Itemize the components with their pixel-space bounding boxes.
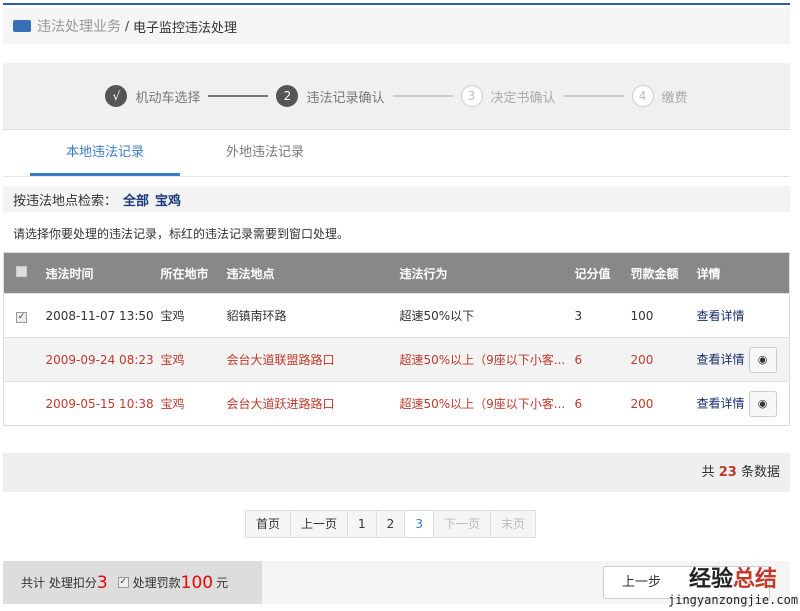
col-city: 所在地市 — [160, 252, 227, 294]
cell-place: 会台大道联盟路路口 — [226, 337, 400, 382]
cell-city: 宝鸡 — [160, 293, 227, 338]
filter-baoji[interactable]: 宝鸡 — [155, 190, 181, 209]
step-connector — [563, 95, 624, 97]
cell-points: 6 — [574, 337, 631, 382]
top-accent-line — [3, 3, 790, 5]
table-row[interactable]: 2009-05-15 10:38 宝鸡 会台大道跃进路路口 超速50%以上（9座… — [3, 381, 790, 426]
step-number: 4 — [631, 85, 654, 107]
prev-page-button[interactable]: 上一页 — [291, 511, 349, 537]
table-row[interactable]: 2009-09-24 08:23 宝鸡 会台大道联盟路路口 超速50%以上（9座… — [3, 337, 790, 382]
cell-act: 超速50%以上（9座以下小客... — [399, 381, 575, 426]
breadcrumb: 违法处理业务 / 电子监控违法处理 — [3, 8, 790, 44]
record-count: 共 23 条数据 — [3, 453, 790, 492]
step-label: 缴费 — [661, 90, 688, 106]
totals: 共计 处理扣分 3 ✓ 处理罚款 100 元 — [3, 561, 262, 604]
cell-act: 超速50%以下 — [399, 293, 575, 338]
breadcrumb-section[interactable]: 违法处理业务 — [37, 16, 121, 36]
map-marker-icon[interactable]: ◉ — [748, 346, 777, 373]
first-page-button[interactable]: 首页 — [246, 511, 292, 537]
cell-points: 3 — [574, 293, 631, 338]
step-number: 3 — [460, 85, 483, 107]
col-detail: 详情 — [696, 252, 790, 294]
count-value: 23 — [718, 465, 737, 480]
cell-points: 6 — [574, 381, 631, 426]
last-page-button[interactable]: 末页 — [491, 511, 535, 537]
step-1: √ 机动车选择 — [105, 85, 200, 107]
fine-checkbox[interactable]: ✓ — [117, 577, 129, 588]
violations-table: 违法时间 所在地市 违法地点 违法行为 记分值 罚款金额 详情 ✓ 2008-1… — [3, 252, 790, 426]
cell-time: 2009-09-24 08:23 — [45, 337, 161, 382]
col-fine: 罚款金额 — [630, 252, 697, 294]
select-all-checkbox[interactable] — [16, 266, 27, 277]
col-time: 违法时间 — [45, 252, 161, 294]
cell-fine: 100 — [630, 293, 697, 338]
col-act: 违法行为 — [399, 252, 575, 294]
instruction-text: 请选择你要处理的违法记录，标红的违法记录需要到窗口处理。 — [13, 227, 350, 241]
breadcrumb-current: 电子监控违法处理 — [133, 20, 238, 36]
map-marker-icon[interactable]: ◉ — [748, 390, 777, 417]
next-page-button[interactable]: 下一页 — [434, 511, 491, 537]
step-connector — [208, 95, 269, 97]
total-fine: 100 — [180, 572, 214, 593]
total-fine-label: 处理罚款 — [132, 576, 181, 590]
page-2-button[interactable]: 2 — [377, 511, 406, 537]
cell-fine: 200 — [630, 337, 697, 382]
table-header: 违法时间 所在地市 违法地点 违法行为 记分值 罚款金额 详情 — [3, 252, 790, 294]
watermark-url: jingyanzongjie.com — [668, 593, 799, 607]
step-label: 决定书确认 — [490, 90, 556, 106]
watermark: 经验总结 jingyanzongjie.com — [668, 561, 798, 607]
count-suffix: 条数据 — [740, 465, 780, 480]
cell-place: 会台大道跃进路路口 — [226, 381, 400, 426]
cell-time: 2008-11-07 13:50 — [45, 293, 161, 338]
step-connector — [392, 95, 453, 97]
step-label: 违法记录确认 — [306, 90, 385, 106]
view-detail-link[interactable]: 查看详情 — [697, 396, 745, 410]
tab-other-records[interactable]: 外地违法记录 — [190, 130, 340, 176]
record-tabs: 本地违法记录 外地违法记录 — [3, 130, 790, 177]
page-1-button[interactable]: 1 — [348, 511, 377, 537]
cell-city: 宝鸡 — [160, 337, 227, 382]
cell-fine: 200 — [630, 381, 697, 426]
step-2: 2 违法记录确认 — [276, 85, 385, 107]
total-points: 3 — [96, 572, 108, 593]
table-row[interactable]: ✓ 2008-11-07 13:50 宝鸡 貂镇南环路 超速50%以下 3 10… — [3, 293, 790, 338]
cell-city: 宝鸡 — [160, 381, 227, 426]
view-detail-link[interactable]: 查看详情 — [697, 309, 745, 323]
check-icon: √ — [105, 85, 128, 107]
cell-time: 2009-05-15 10:38 — [45, 381, 161, 426]
watermark-text: 经验总结 — [689, 567, 778, 592]
step-3: 3 决定书确认 — [460, 85, 556, 107]
col-points: 记分值 — [574, 252, 631, 294]
step-number: 2 — [276, 85, 299, 107]
col-place: 违法地点 — [226, 252, 400, 294]
total-points-label: 共计 处理扣分 — [21, 576, 97, 590]
cell-act: 超速50%以上（9座以下小客... — [399, 337, 575, 382]
filter-all[interactable]: 全部 — [123, 190, 149, 209]
truck-icon — [13, 20, 31, 32]
view-detail-link[interactable]: 查看详情 — [697, 352, 745, 366]
breadcrumb-separator: / — [125, 19, 130, 33]
filter-label: 按违法地点检索： — [13, 193, 118, 209]
count-prefix: 共 — [701, 465, 715, 480]
tab-local-records[interactable]: 本地违法记录 — [30, 130, 180, 176]
location-filter: 按违法地点检索： 全部 宝鸡 — [3, 186, 790, 212]
progress-steps: √ 机动车选择 2 违法记录确认 3 决定书确认 4 缴费 — [3, 63, 790, 130]
currency-unit: 元 — [216, 576, 229, 590]
step-4: 4 缴费 — [631, 85, 688, 107]
page-3-button[interactable]: 3 — [405, 511, 434, 537]
pagination: 首页 上一页 1 2 3 下一页 末页 — [245, 510, 536, 538]
step-label: 机动车选择 — [135, 90, 201, 106]
row-checkbox[interactable]: ✓ — [16, 312, 27, 323]
cell-place: 貂镇南环路 — [226, 293, 400, 338]
